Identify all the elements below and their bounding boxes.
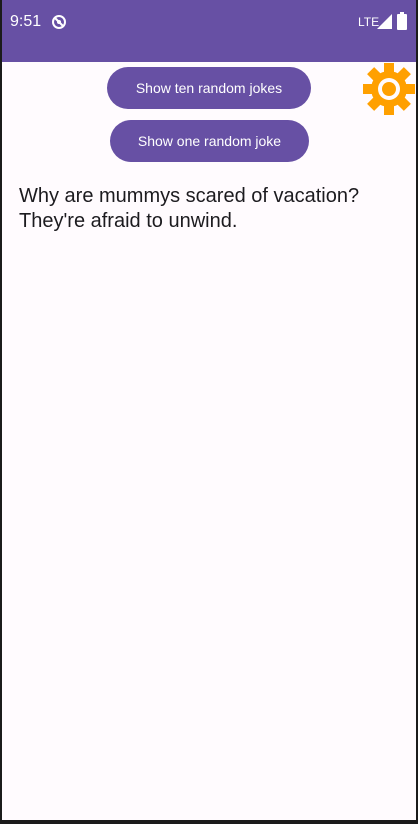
battery-icon xyxy=(397,12,407,30)
joke-text: Why are mummys scared of vacation? They'… xyxy=(19,184,411,234)
network-type: LTE xyxy=(358,15,380,29)
joke-setup: Why are mummys scared of vacation? xyxy=(19,185,360,207)
signal-icon xyxy=(377,14,392,29)
status-time: 9:51 xyxy=(10,13,42,30)
joke-punchline: They're afraid to unwind. xyxy=(19,210,238,232)
show-ten-jokes-button[interactable]: Show ten random jokes xyxy=(107,67,311,109)
no-sync-icon xyxy=(52,15,66,29)
status-bar: 9:51 LTE xyxy=(2,0,416,62)
gear-icon[interactable] xyxy=(362,62,416,116)
app-screen: 9:51 LTE Show ten random jokes Show one … xyxy=(2,0,416,820)
show-one-joke-button[interactable]: Show one random joke xyxy=(110,120,309,162)
